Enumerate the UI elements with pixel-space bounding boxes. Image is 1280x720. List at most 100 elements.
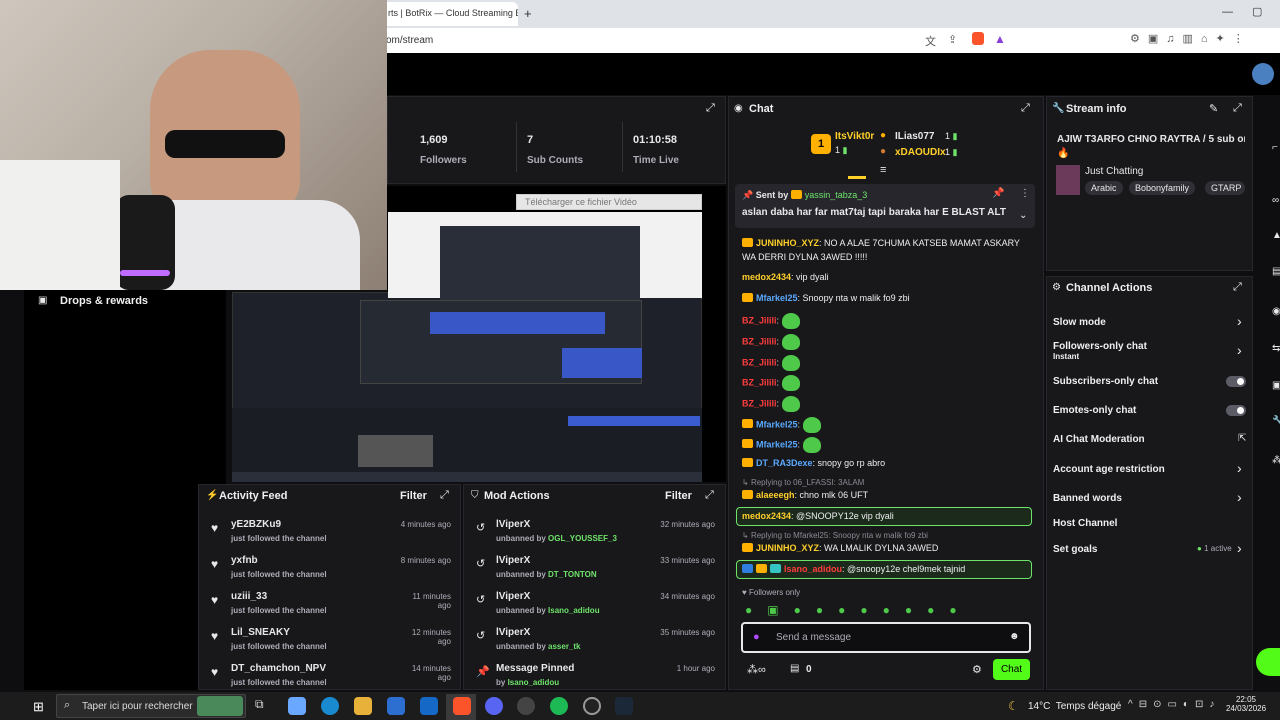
tag-bobonyfamily[interactable]: Bobonyfamily [1129,181,1196,195]
emotes-only-chat[interactable]: Emotes-only chat [1053,405,1136,416]
collapse-icon[interactable]: ≡ [880,164,886,176]
app-icon[interactable] [583,697,601,715]
rail-icon-9[interactable]: ⁂ [1272,455,1280,466]
tag-gtarp[interactable]: GTARP [1205,181,1245,195]
tray-icons[interactable]: ^⊟⊙▭◐⊡♪ [1128,699,1220,710]
chat-user[interactable]: Isano_adidou [784,564,842,574]
new-tab-icon[interactable]: + [524,6,532,21]
rail-icon-1[interactable]: ⌐ [1272,142,1278,153]
mod-by[interactable]: Isano_adidou [508,678,560,687]
chat-user[interactable]: BZ_Jilili [742,398,777,408]
obs-icon[interactable] [517,697,535,715]
brave-shield-icon[interactable] [972,32,984,45]
task-view-icon[interactable]: ⧉ [255,697,273,715]
mic-icon[interactable]: ● [753,631,760,643]
avatar[interactable] [1252,63,1274,85]
emote-bar[interactable]: ●▣●●●●●●●● [745,603,972,617]
chat-user[interactable]: medox2434 [742,511,791,521]
chat-user[interactable]: JUNINHO_XYZ [756,238,819,248]
mod-by[interactable]: OGL_YOUSSEF_3 [548,534,617,543]
emoji-icon[interactable]: ☻ [1009,631,1020,642]
edit-icon[interactable]: ✎ [1209,102,1218,115]
browser-tab[interactable]: rts | BotRix — Cloud Streaming Bo [380,2,518,26]
chat-user[interactable]: Mfarkel25 [756,293,798,303]
slow-mode[interactable]: Slow mode [1053,317,1106,328]
category-name[interactable]: Just Chatting [1085,166,1143,177]
chat-user[interactable]: BZ_Jilili [742,315,777,325]
set-goals[interactable]: Set goals [1053,544,1097,555]
weather-text[interactable]: 14°C Temps dégagé [1028,701,1121,712]
chat-user[interactable]: Mfarkel25 [756,439,798,449]
rail-icon-7[interactable]: ▣ [1272,380,1280,391]
chat-user[interactable]: alaeeegh [756,490,795,500]
brave-icon[interactable] [453,697,471,715]
subscribers-only-chat[interactable]: Subscribers-only chat [1053,376,1158,387]
chat-user[interactable]: BZ_Jilili [742,357,777,367]
windows-start-icon[interactable]: ⊞ [33,699,44,715]
followers-only-chat[interactable]: Followers-only chat [1053,341,1147,352]
mail-icon[interactable] [420,697,438,715]
gear-icon[interactable]: ⚙ [972,663,982,676]
banned-words[interactable]: Banned words [1053,493,1122,504]
activity-user[interactable]: yE2BZKu9 [231,519,281,530]
translate-icon[interactable]: 文 [925,33,936,49]
top-gifter-1[interactable]: ItsVikt0r [835,131,874,142]
minimize-icon[interactable]: — [1222,6,1233,18]
activity-expand-icon[interactable]: ⤢ [440,489,449,502]
chat-expand-icon[interactable]: ⤢ [1021,102,1030,115]
activity-user[interactable]: DT_chamchon_NPV [231,663,326,674]
expand-icon[interactable]: ⤢ [706,102,715,115]
support-icon[interactable] [1256,648,1280,676]
chevron-right-icon[interactable]: › [1237,313,1242,329]
ai-chat-moderation[interactable]: AI Chat Moderation [1053,434,1145,445]
clock[interactable]: 22:05 24/03/2026 [1226,695,1266,713]
spotify-icon[interactable] [550,697,568,715]
rail-icon-8[interactable]: 🔧 [1272,416,1280,427]
mod-target[interactable]: lViperX [496,591,530,602]
activity-user[interactable]: Lil_SNEAKY [231,627,290,638]
host-channel[interactable]: Host Channel [1053,518,1117,529]
file-explorer-icon[interactable] [354,697,372,715]
mod-filter-button[interactable]: Filter [665,490,692,502]
chat-user[interactable]: medox2434 [742,272,791,282]
chat-user[interactable]: DT_RA3Dexe [756,458,813,468]
extension-icons[interactable]: ⚙▣♫▥⌂✦⋮ [1130,32,1252,45]
subscribers-only-toggle[interactable] [1226,376,1246,387]
stream-info-expand-icon[interactable]: ⤢ [1233,102,1242,115]
rail-icon-3[interactable]: ▲ [1272,230,1280,241]
rail-icon-5[interactable]: ◉ [1272,306,1280,317]
emotes-only-toggle[interactable] [1226,405,1246,416]
discord-icon[interactable] [485,697,503,715]
activity-user[interactable]: uziii_33 [231,591,267,602]
mod-by[interactable]: asser_tk [548,642,580,651]
chevron-down-icon[interactable]: ⌄ [1019,210,1027,221]
mod-expand-icon[interactable]: ⤢ [705,489,714,502]
chevron-right-icon[interactable]: › [1237,489,1242,505]
rail-icon-4[interactable]: ▤ [1272,266,1280,277]
mod-target[interactable]: lViperX [496,519,530,530]
top-gifter-3[interactable]: xDAOUDIx [895,147,946,158]
maximize-icon[interactable]: ▢ [1252,5,1262,18]
tag-arabic[interactable]: Arabic [1085,181,1123,195]
pinned-user[interactable]: yassin_tabza_3 [805,190,868,200]
copilot-icon[interactable] [288,697,306,715]
rewards-icon[interactable]: ▲ [994,32,1006,46]
send-chat-button[interactable]: Chat [993,659,1030,680]
rail-icon-2[interactable]: ∞ [1272,195,1279,206]
download-banner[interactable]: Télécharger ce fichier Vidéo [516,194,702,210]
more-icon[interactable]: ⋮ [1020,188,1030,199]
account-age-restriction[interactable]: Account age restriction [1053,464,1165,475]
chevron-right-icon[interactable]: › [1237,460,1242,476]
mod-by[interactable]: Isano_adidou [548,606,600,615]
chevron-right-icon[interactable]: › [1237,342,1242,358]
mod-target[interactable]: lViperX [496,627,530,638]
chat-user[interactable]: Mfarkel25 [756,419,798,429]
activity-filter-button[interactable]: Filter [400,490,427,502]
rail-icon-6[interactable]: ⇆ [1272,343,1280,354]
mod-target[interactable]: Message Pinned [496,663,574,674]
edge-icon[interactable] [321,697,339,715]
chat-user[interactable]: BZ_Jilili [742,336,777,346]
chat-user[interactable]: BZ_Jilili [742,377,777,387]
chevron-right-icon[interactable]: › [1237,540,1242,556]
mod-by[interactable]: DT_TONTON [548,570,597,579]
